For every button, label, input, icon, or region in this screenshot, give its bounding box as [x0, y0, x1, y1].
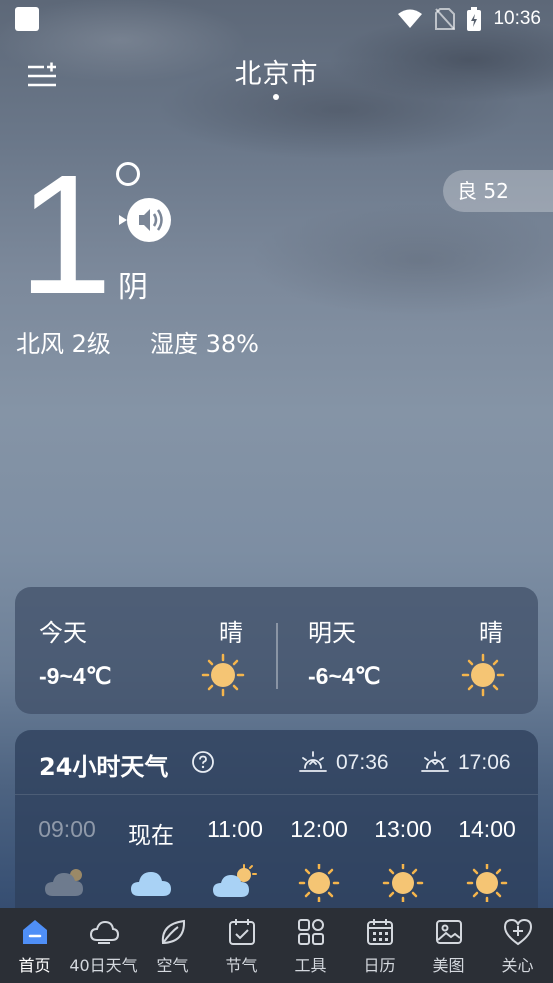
- cloud-outline-icon: [89, 920, 120, 944]
- nav-item-calendar[interactable]: 日历: [345, 908, 414, 983]
- hour-label: 13:00: [374, 816, 432, 842]
- sun-icon: [201, 653, 245, 697]
- current-temperature: 1: [18, 140, 113, 330]
- forecast-temp-range: -6~4℃: [308, 663, 381, 689]
- nav-label: 关心: [501, 956, 534, 975]
- hourly-title: 24小时天气: [39, 753, 169, 781]
- sun-icon: [461, 653, 505, 697]
- wind-info: 北风 2级: [16, 330, 111, 358]
- bottom-navigation: 首页 40日天气 空气 节气 工具 日历 美图 关心: [0, 908, 553, 983]
- home-icon: [23, 920, 47, 944]
- image-icon: [436, 920, 462, 944]
- city-title[interactable]: 北京市: [0, 52, 553, 91]
- forecast-condition: 晴: [479, 619, 503, 647]
- calendar-icon: [367, 919, 393, 945]
- notification-icon: [15, 7, 39, 31]
- degree-symbol: [116, 162, 140, 186]
- nav-label: 美图: [432, 956, 465, 975]
- hour-label: 现在: [128, 822, 174, 848]
- sunset-icon: [421, 751, 449, 772]
- nav-item-gallery[interactable]: 美图: [414, 908, 483, 983]
- sunset-time: 17:06: [458, 751, 511, 774]
- nav-item-solar-terms[interactable]: 节气: [207, 908, 276, 983]
- nav-label: 节气: [225, 956, 258, 975]
- grid-icon: [298, 919, 324, 945]
- calendar-check-icon: [229, 919, 255, 945]
- sun-icon: [382, 864, 424, 902]
- sun-icon: [466, 864, 508, 902]
- status-bar: 10:36: [0, 0, 553, 40]
- nav-item-air[interactable]: 空气: [138, 908, 207, 983]
- leaf-icon: [161, 919, 186, 945]
- speaker-icon: [119, 198, 171, 242]
- voice-broadcast-button[interactable]: [117, 196, 173, 244]
- help-icon[interactable]: [191, 750, 215, 774]
- nav-label: 日历: [363, 956, 396, 975]
- status-icons: 10:36: [397, 6, 541, 32]
- battery-charging-icon: [467, 7, 482, 31]
- hourly-forecast-card[interactable]: 24小时天气 07:36 17:06 09:00 现在 11:00 12:00 …: [15, 730, 538, 930]
- hour-label: 14:00: [458, 816, 516, 842]
- forecast-day-label: 今天: [39, 619, 87, 647]
- sunrise-time: 07:36: [336, 751, 389, 774]
- humidity-info: 湿度 38%: [150, 330, 259, 358]
- current-condition: 阴: [118, 270, 148, 305]
- nav-label: 40日天气: [69, 956, 138, 975]
- forecast-divider: [276, 623, 278, 689]
- cloudy-dark-icon: [45, 869, 83, 896]
- sunrise-icon: [299, 751, 327, 772]
- hour-label: 09:00: [38, 816, 96, 842]
- hourly-divider: [15, 794, 538, 795]
- aqi-badge[interactable]: 良 52: [443, 170, 553, 212]
- cloud-icon: [131, 872, 171, 896]
- nav-item-40day[interactable]: 40日天气: [69, 908, 138, 983]
- wifi-icon: [398, 9, 423, 28]
- page-indicator-dot: [273, 94, 279, 100]
- nav-label: 工具: [294, 956, 327, 975]
- no-sim-icon: [435, 8, 456, 30]
- forecast-condition: 晴: [219, 619, 243, 647]
- nav-label: 空气: [156, 956, 189, 975]
- two-day-forecast-card[interactable]: 今天 晴 -9~4℃ 明天 晴 -6~4℃: [15, 587, 538, 714]
- forecast-temp-range: -9~4℃: [39, 663, 112, 689]
- hour-label: 11:00: [207, 816, 263, 842]
- hour-label: 12:00: [290, 816, 348, 842]
- nav-label: 首页: [18, 956, 51, 975]
- nav-item-home[interactable]: 首页: [0, 908, 69, 983]
- nav-item-tools[interactable]: 工具: [276, 908, 345, 983]
- status-time: 10:36: [493, 8, 541, 29]
- heart-plus-icon: [503, 918, 533, 946]
- forecast-day-label: 明天: [308, 619, 356, 647]
- partly-cloudy-icon: [213, 864, 257, 897]
- nav-item-care[interactable]: 关心: [483, 908, 552, 983]
- sun-icon: [298, 864, 340, 902]
